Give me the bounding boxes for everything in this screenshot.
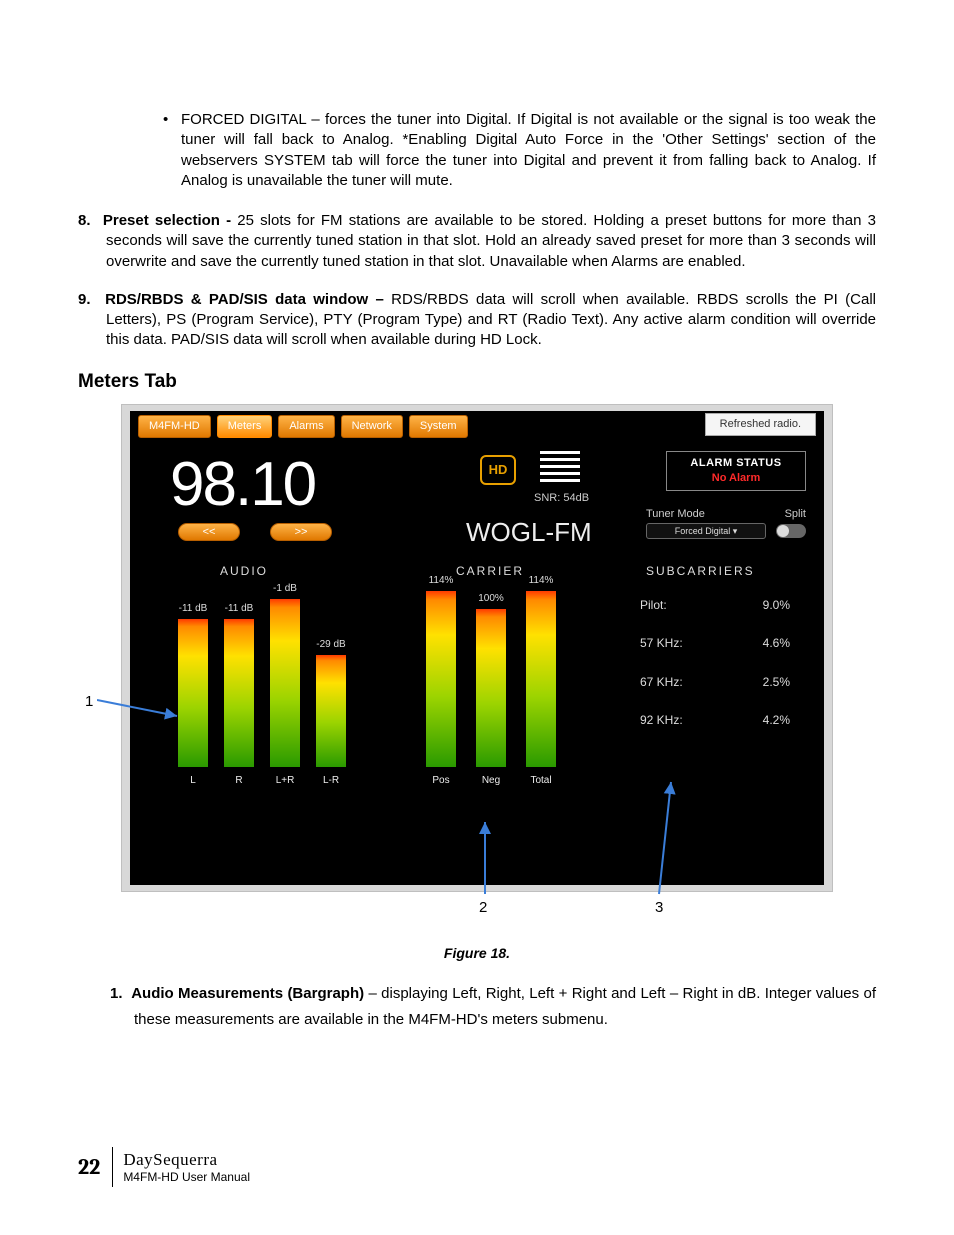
station-name: WOGL-FM (466, 515, 592, 550)
callout-3: 3 (655, 898, 663, 918)
item9-lead: RDS/RBDS & PAD/SIS data window – (105, 291, 391, 308)
item8-lead: Preset selection - (103, 212, 237, 229)
subcarrier-value: 4.6% (763, 635, 790, 651)
frequency-display: 98.10 (170, 443, 315, 527)
carrier-bars: 114%Pos100%Neg114%Total (426, 587, 596, 787)
list-item-8: 8. Preset selection - 25 slots for FM st… (78, 211, 876, 272)
figure-screenshot: M4FM-HD Meters Alarms Network System Ref… (121, 404, 833, 892)
carrier-bar-label-Pos: Pos (421, 774, 461, 788)
subcarriers-list: Pilot: 9.0% 57 KHz: 4.6% 67 KHz: 2.5% 92 KHz: 4… (640, 597, 790, 750)
hd-logo-icon: HD (480, 455, 516, 485)
audio-bar-top-R: -11 dB (211, 602, 267, 616)
audio-bar-label-L-R: L-R (311, 774, 351, 788)
subcarrier-key: 92 KHz: (640, 712, 683, 728)
header-audio: AUDIO (220, 563, 268, 579)
post-lead: Audio Measurements (Bargraph) (131, 985, 364, 1002)
subcarrier-value: 9.0% (763, 597, 790, 613)
section-heading-meters-tab: Meters Tab (78, 369, 876, 395)
carrier-bar-Neg (476, 609, 506, 767)
footer-brand: DaySequerra (123, 1150, 250, 1170)
carrier-bar-Total (526, 591, 556, 767)
subcarrier-key: Pilot: (640, 597, 667, 613)
tuner-mode-label: Tuner Mode (646, 507, 705, 522)
subcarrier-value: 4.2% (763, 712, 790, 728)
tuner-mode-dropdown[interactable]: Forced Digital ▾ (646, 523, 766, 539)
carrier-bar-label-Total: Total (521, 774, 561, 788)
tab-meters[interactable]: Meters (217, 415, 273, 438)
audio-bar-top-L-R: -29 dB (303, 638, 359, 652)
figure-caption: Figure 18. (121, 944, 833, 963)
tab-alarms[interactable]: Alarms (278, 415, 334, 438)
audio-bar-label-L: L (173, 774, 213, 788)
callout-2: 2 (479, 898, 487, 918)
subcarrier-value: 2.5% (763, 674, 790, 690)
audio-bar-top-L+R: -1 dB (257, 582, 313, 596)
carrier-bar-label-Neg: Neg (471, 774, 511, 788)
freq-prev-button[interactable]: << (178, 523, 240, 541)
alarm-title: ALARM STATUS (667, 456, 805, 471)
audio-bar-L (178, 619, 208, 767)
footer-manual: M4FM-HD User Manual (123, 1170, 250, 1184)
subcarrier-row: 57 KHz: 4.6% (640, 635, 790, 651)
bullet-lead: FORCED DIGITAL (181, 111, 306, 128)
split-toggle[interactable] (776, 524, 806, 538)
carrier-bar-top-Neg: 100% (463, 592, 519, 606)
snr-label: SNR: 54dB (534, 491, 589, 506)
page-number: 22 (78, 1154, 112, 1180)
carrier-bar-top-Pos: 114% (413, 574, 469, 588)
header-subcarriers: SUBCARRIERS (646, 563, 755, 579)
split-label: Split (785, 507, 806, 522)
post-num: 1. (110, 985, 123, 1002)
subcarrier-key: 57 KHz: (640, 635, 683, 651)
status-refreshed: Refreshed radio. (705, 413, 816, 436)
audio-bar-label-L+R: L+R (265, 774, 305, 788)
freq-next-button[interactable]: >> (270, 523, 332, 541)
snr-bars-icon (540, 451, 580, 486)
audio-bar-R (224, 619, 254, 767)
subcarrier-row: 92 KHz: 4.2% (640, 712, 790, 728)
bullet-forced-digital: • FORCED DIGITAL – forces the tuner into… (163, 110, 876, 191)
list-item-9: 9. RDS/RBDS & PAD/SIS data window – RDS/… (78, 290, 876, 351)
alarm-status-box: ALARM STATUS No Alarm (666, 451, 806, 491)
list-item-audio-measurements: 1. Audio Measurements (Bargraph) – displ… (78, 981, 876, 1032)
audio-bar-label-R: R (219, 774, 259, 788)
alarm-value: No Alarm (667, 471, 805, 486)
audio-bar-L+R (270, 599, 300, 767)
page-footer: 22 DaySequerra M4FM-HD User Manual (78, 1147, 250, 1187)
carrier-bar-Pos (426, 591, 456, 767)
carrier-bar-top-Total: 114% (513, 574, 569, 588)
audio-bars: -11 dBL-11 dBR-1 dBL+R-29 dBL-R (178, 587, 378, 787)
subcarrier-key: 67 KHz: (640, 674, 683, 690)
callout-1: 1 (85, 692, 93, 712)
item9-num: 9. (78, 291, 91, 308)
subcarrier-row: 67 KHz: 2.5% (640, 674, 790, 690)
item8-num: 8. (78, 212, 91, 229)
tab-system[interactable]: System (409, 415, 468, 438)
bullet-dot-icon: • (163, 110, 181, 191)
subcarrier-row: Pilot: 9.0% (640, 597, 790, 613)
audio-bar-L-R (316, 655, 346, 767)
tab-network[interactable]: Network (341, 415, 403, 438)
tab-m4fm-hd[interactable]: M4FM-HD (138, 415, 211, 438)
